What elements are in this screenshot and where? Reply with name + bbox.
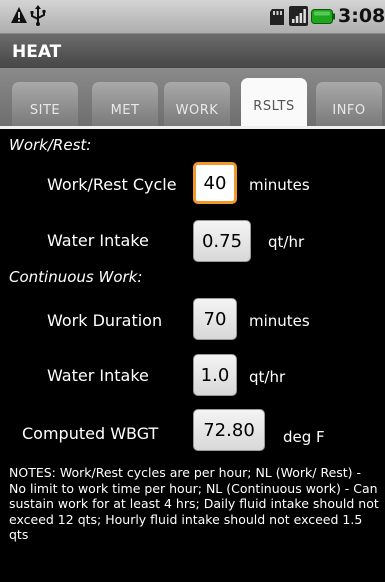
- computed-wbgt-value[interactable]: 72.80: [193, 409, 265, 451]
- continuous-work-section-label: Continuous Work:: [9, 268, 143, 286]
- work-duration-label: Work Duration: [47, 311, 163, 330]
- tab-underline: [0, 126, 385, 129]
- usb-icon: [30, 5, 46, 30]
- signal-icon: [289, 6, 308, 30]
- app-title: HEAT: [12, 42, 62, 62]
- continuous-water-unit: qt/hr: [249, 368, 286, 386]
- continuous-water-label: Water Intake: [47, 366, 149, 385]
- continuous-water-value[interactable]: 1.0: [193, 354, 237, 396]
- tab-work[interactable]: WORK: [164, 82, 230, 126]
- notes-text: NOTES: Work/Rest cycles are per hour; NL…: [9, 465, 379, 542]
- work-rest-cycle-value[interactable]: 40: [193, 162, 237, 204]
- work-rest-cycle-unit: minutes: [249, 176, 310, 194]
- status-bar: 3:08 PM: [0, 0, 385, 34]
- title-bar: HEAT: [0, 34, 385, 68]
- work-duration-unit: minutes: [249, 312, 310, 330]
- work-rest-water-unit: qt/hr: [268, 233, 305, 251]
- sdcard-icon: [269, 8, 285, 30]
- work-rest-water-value[interactable]: 0.75: [193, 220, 251, 262]
- tab-info[interactable]: INFO: [316, 82, 382, 126]
- tab-rslts[interactable]: RSLTS: [241, 78, 307, 126]
- tab-met[interactable]: MET: [92, 82, 158, 126]
- work-rest-water-label: Water Intake: [47, 231, 149, 250]
- warning-icon: [10, 6, 28, 28]
- tab-site[interactable]: SITE: [12, 82, 78, 126]
- computed-wbgt-label: Computed WBGT: [22, 424, 159, 443]
- work-rest-section-label: Work/Rest:: [9, 136, 92, 154]
- app-screen: 3:08 PM HEAT SITE MET WORK RSLTS INFO Wo…: [0, 0, 385, 582]
- tab-bar: SITE MET WORK RSLTS INFO: [0, 68, 385, 126]
- work-duration-value[interactable]: 70: [193, 298, 237, 340]
- computed-wbgt-unit: deg F: [283, 428, 325, 446]
- battery-icon: [311, 9, 335, 28]
- status-clock: 3:08 PM: [338, 5, 385, 27]
- work-rest-cycle-label: Work/Rest Cycle: [47, 175, 177, 194]
